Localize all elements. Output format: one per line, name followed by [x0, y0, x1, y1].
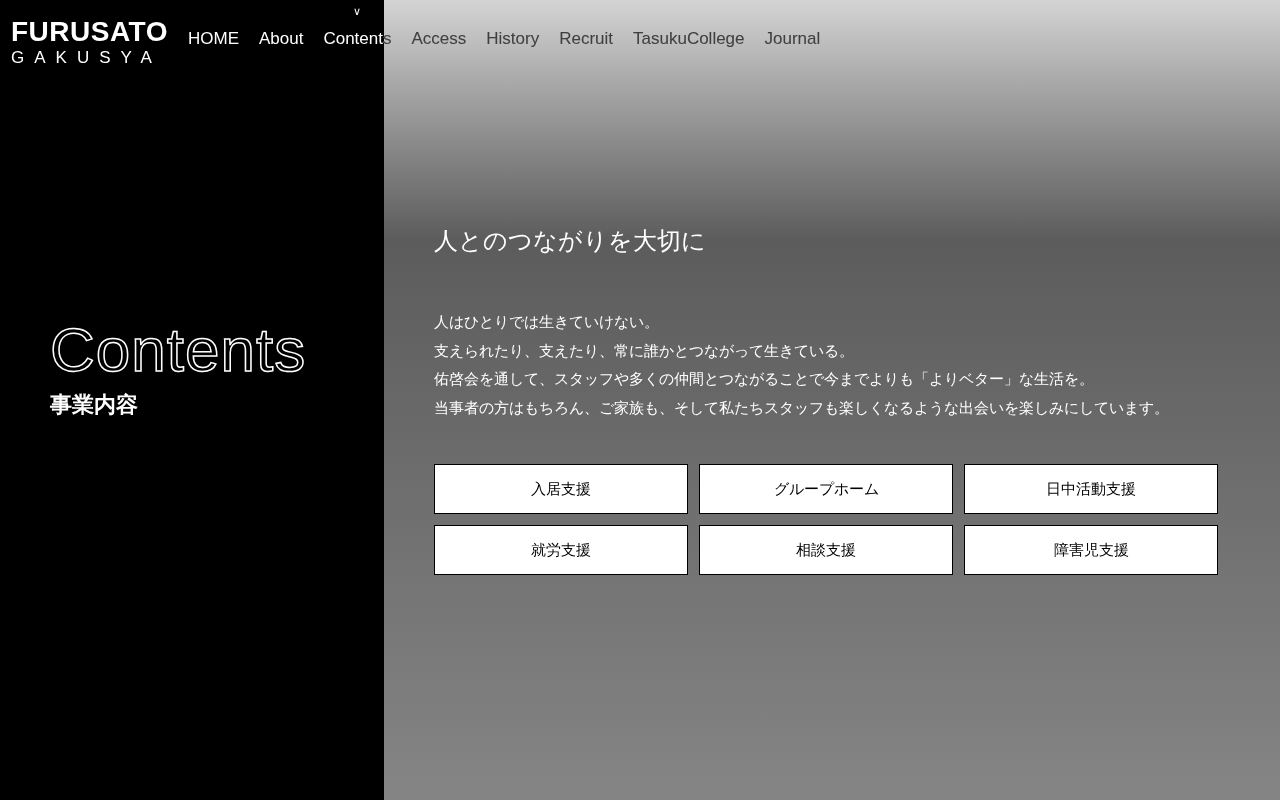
header: FURUSATOGAKUSYAHOMEAbout∨ContentsAccessH… [0, 0, 820, 66]
service-button[interactable]: 障害児支援 [964, 525, 1218, 575]
main-nav: HOME About ∨Contents Access History Recruit Ta… [188, 18, 820, 52]
nav-item[interactable]: History [486, 26, 539, 52]
hero-photo: 人とのつながりを大切に人はひとりでは生きていけない。支えられたり、支えたり、常に… [384, 0, 1280, 800]
nav-item[interactable]: Recruit [559, 26, 613, 52]
logo-main: FURUSATO [11, 18, 168, 46]
hero-line: 当事者の方はもちろん、ご家族も、そして私たちスタッフも楽しくなるような出会いを楽… [434, 394, 1280, 423]
nav-item[interactable]: ∨Contents [323, 26, 391, 52]
nav-item[interactable]: Journal [765, 26, 821, 52]
nav-item[interactable]: About [259, 26, 303, 52]
nav-item[interactable]: Access [411, 26, 466, 52]
page: Contents事業内容人とのつながりを大切に人はひとりでは生きていけない。支え… [0, 0, 1280, 800]
logo[interactable]: FURUSATO GAKUSYA [11, 18, 168, 66]
logo-sub: GAKUSYA [11, 49, 168, 66]
hero-heading: 人とのつながりを大切に [434, 224, 1280, 258]
service-buttons: 入居支援グループホーム日中活動支援就労支援相談支援障害児支援 [434, 464, 1280, 575]
section-subtitle: 事業内容 [50, 388, 384, 421]
section-title: Contents [50, 314, 384, 386]
nav-item[interactable]: HOME [188, 26, 239, 52]
hero-line: 佑啓会を通して、スタッフや多くの仲間とつながることで今までよりも「よりベター」な… [434, 365, 1280, 394]
section-panel: Contents事業内容 [0, 0, 384, 800]
service-button[interactable]: 相談支援 [699, 525, 953, 575]
nav-marker: ∨ [353, 6, 361, 17]
nav-item[interactable]: TasukuCollege [633, 26, 745, 52]
service-button[interactable]: グループホーム [699, 464, 953, 514]
hero-line: 人はひとりでは生きていけない。 [434, 308, 1280, 337]
service-button[interactable]: 入居支援 [434, 464, 688, 514]
hero-text: 人はひとりでは生きていけない。支えられたり、支えたり、常に誰かとつながって生きて… [434, 308, 1280, 422]
service-button[interactable]: 日中活動支援 [964, 464, 1218, 514]
service-button[interactable]: 就労支援 [434, 525, 688, 575]
hero-line: 支えられたり、支えたり、常に誰かとつながって生きている。 [434, 337, 1280, 366]
